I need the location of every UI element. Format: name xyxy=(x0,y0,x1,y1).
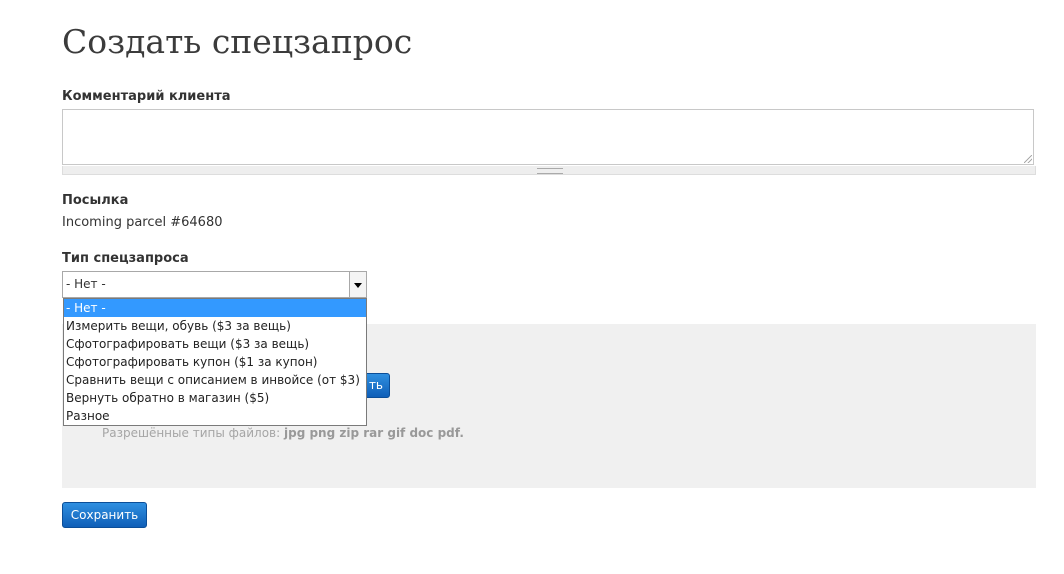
request-type-dropdown: - Нет - Измерить вещи, обувь ($3 за вещь… xyxy=(63,298,367,426)
parcel-value: Incoming parcel #64680 xyxy=(62,215,223,230)
option-measure-items[interactable]: Измерить вещи, обувь ($3 за вещь) xyxy=(64,317,366,335)
request-type-select[interactable]: - Нет - xyxy=(62,271,367,298)
request-type-label: Тип спецзапроса xyxy=(62,251,189,266)
page-title: Создать спецзапрос xyxy=(62,22,413,61)
comment-label: Комментарий клиента xyxy=(62,89,231,104)
option-return-to-store[interactable]: Вернуть обратно в магазин ($5) xyxy=(64,389,366,407)
option-misc[interactable]: Разное xyxy=(64,407,366,425)
option-compare-invoice[interactable]: Сравнить вещи с описанием в инвойсе (от … xyxy=(64,371,366,389)
allowed-file-types: Разрешённые типы файлов: jpg png zip rar… xyxy=(102,426,464,440)
resize-grip-icon xyxy=(537,168,563,174)
textarea-resize-handle[interactable] xyxy=(62,166,1036,175)
allowed-types-label: Разрешённые типы файлов: xyxy=(102,426,281,440)
option-photo-coupon[interactable]: Сфотографировать купон ($1 за купон) xyxy=(64,353,366,371)
option-photo-items[interactable]: Сфотографировать вещи ($3 за вещь) xyxy=(64,335,366,353)
parcel-label: Посылка xyxy=(62,193,129,208)
comment-textarea[interactable] xyxy=(62,109,1034,165)
save-button[interactable]: Сохранить xyxy=(62,502,147,528)
allowed-types-list: jpg png zip rar gif doc pdf. xyxy=(284,426,464,440)
select-current-value: - Нет - xyxy=(66,277,106,291)
option-none[interactable]: - Нет - xyxy=(64,299,366,317)
create-special-request-page: Создать спецзапрос Комментарий клиента П… xyxy=(0,0,1064,574)
chevron-down-icon[interactable] xyxy=(349,272,366,297)
